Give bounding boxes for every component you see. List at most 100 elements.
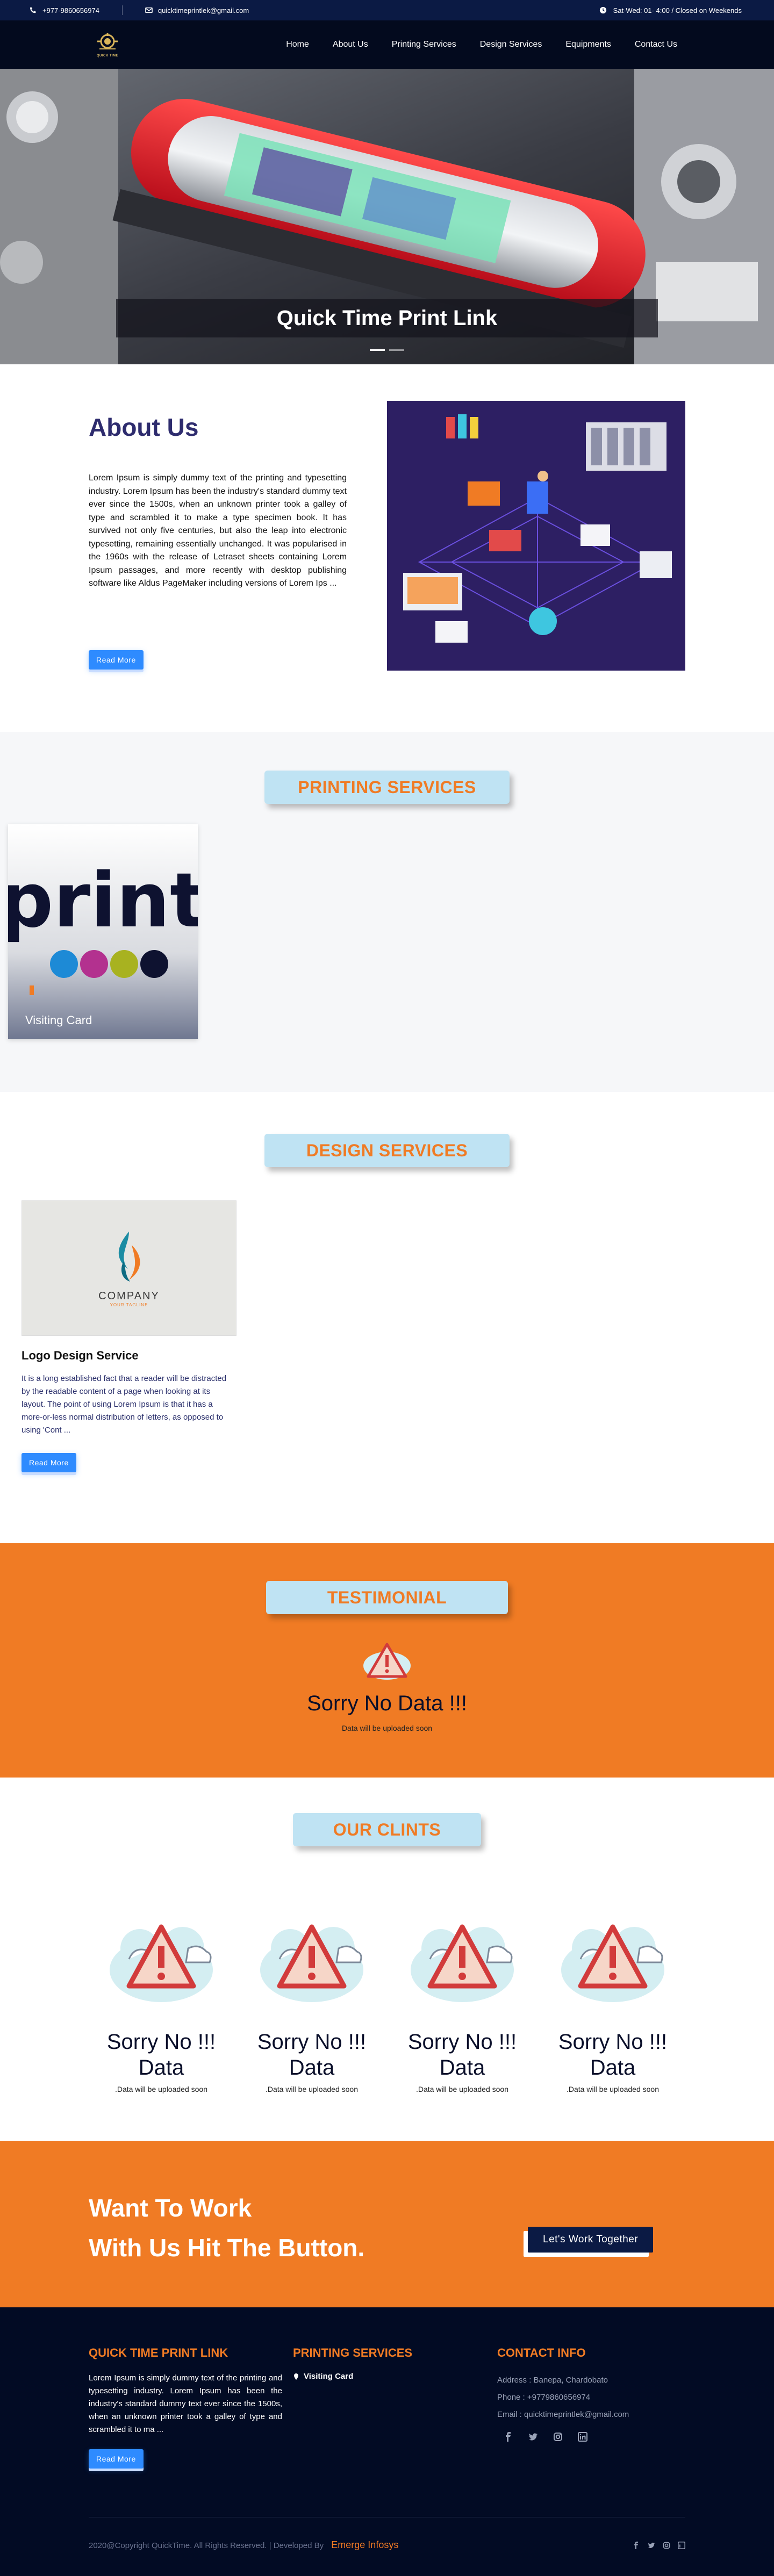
print-word: print [8, 857, 198, 945]
warning-cloud-icon [110, 1924, 213, 2002]
about-section: About Us Lorem Ipsum is simply dummy tex… [0, 364, 774, 732]
client-empty-title: Sorry No !!! Data [558, 2030, 668, 2079]
slider-indicators [370, 349, 404, 351]
printing-services-section: PRINTING SERVICES print Visiting Card [0, 732, 774, 1092]
testimonial-empty-title: Sorry No Data !!! [307, 1692, 467, 1715]
hours-text: Sat-Wed: 01- 4:00 / Closed on Weekends [613, 6, 742, 15]
slide-indicator-1[interactable] [370, 349, 385, 351]
company-logo-image[interactable]: COMPANY YOUR TAGLINE [22, 1200, 236, 1336]
design-service-body: It is a long established fact that a rea… [22, 1374, 227, 1435]
copyright-text: 2020@Copyright QuickTime. All Rights Res… [89, 2539, 398, 2551]
print-card-image: print [8, 824, 198, 1039]
client-empty-sub: .Data will be uploaded soon [566, 2085, 659, 2093]
design-service-title[interactable]: Logo Design Service [22, 1349, 236, 1363]
top-bar: +977-9860656974 quicktimeprintlek@gmail.… [0, 0, 774, 20]
email-text: quicktimeprintlek@gmail.com [157, 6, 249, 15]
service-card-visiting-card[interactable]: print Visiting Card [8, 824, 198, 1039]
twitter-icon[interactable] [648, 2542, 655, 2549]
developer-link[interactable]: Emerge Infosys [331, 2539, 398, 2550]
service-card-label: Visiting Card [25, 1013, 92, 1027]
flame-logo-icon [118, 1232, 140, 1282]
site-logo[interactable]: QUICK TIME [89, 29, 126, 60]
logo-tagline-text: YOUR TAGLINE [110, 1303, 148, 1307]
linkedin-icon[interactable] [578, 2432, 587, 2442]
cta-heading: Want To Work With Us Hit The Button. [89, 2188, 364, 2268]
linkedin-icon[interactable] [678, 2542, 685, 2549]
facebook-icon[interactable] [633, 2542, 640, 2549]
nav-design-services[interactable]: Design Services [480, 40, 542, 49]
printing-services-heading: PRINTING SERVICES [264, 771, 510, 804]
testimonial-heading: TESTIMONIAL [266, 1581, 508, 1614]
design-services-section: DESIGN SERVICES COMPANY YOUR TAGLINE Log… [0, 1092, 774, 1543]
top-bar-right: Sat-Wed: 01- 4:00 / Closed on Weekends [599, 6, 742, 15]
footer-read-more-button[interactable]: Read More [89, 2449, 144, 2469]
clients-heading: OUR CLINTS [293, 1813, 481, 1846]
instagram-icon[interactable] [663, 2542, 670, 2549]
footer-services-title: PRINTING SERVICES [293, 2346, 413, 2359]
isometric-print-illustration [387, 401, 685, 671]
instagram-icon[interactable] [553, 2432, 563, 2442]
divider [121, 5, 123, 15]
clock-icon [599, 6, 606, 14]
logo-text: QUICK TIME [96, 54, 119, 57]
footer-about-column: QUICK TIME PRINT LINK Lorem Ipsum is sim… [89, 2346, 282, 2469]
about-read-more-button[interactable]: Read More [89, 650, 144, 670]
client-empty-sub: .Data will be uploaded soon [114, 2085, 207, 2093]
warning-cloud-icon [411, 1924, 514, 2002]
footer-address: Address : Banepa, Chardobato [497, 2376, 608, 2385]
twitter-icon[interactable] [528, 2432, 538, 2442]
nav-menu: Home About Us Printing Services Design S… [286, 40, 677, 49]
phone-icon [30, 6, 37, 13]
cta-line-2: With Us Hit The Button. [89, 2234, 365, 2262]
nav-about[interactable]: About Us [333, 40, 368, 49]
client-item: Sorry No !!! Data .Data will be uploaded… [102, 1911, 220, 2093]
work-together-button[interactable]: Let's Work Together [528, 2227, 654, 2253]
client-item: Sorry No !!! Data .Data will be uploaded… [554, 1911, 672, 2093]
site-footer: QUICK TIME PRINT LINK Lorem Ipsum is sim… [0, 2307, 774, 2576]
facebook-icon[interactable] [504, 2432, 513, 2442]
client-empty-title: Sorry No !!! Data [106, 2030, 216, 2079]
nav-home[interactable]: Home [286, 40, 309, 49]
about-body: Lorem Ipsum is simply dummy text of the … [89, 473, 347, 588]
footer-service-link[interactable]: Visiting Card [293, 2372, 412, 2381]
footer-email[interactable]: Email : quicktimeprintlek@gmail.com [497, 2406, 629, 2423]
phone-text: +977-9860656974 [42, 6, 99, 15]
email-contact[interactable]: quicktimeprintlek@gmail.com [145, 6, 249, 15]
client-empty-title: Sorry No !!! Data [257, 2030, 367, 2079]
cta-section: Want To Work With Us Hit The Button. Let… [0, 2141, 774, 2307]
about-title: About Us [89, 413, 199, 441]
phone-contact[interactable]: +977-9860656974 [30, 6, 99, 15]
testimonial-section: TESTIMONIAL Sorry No Data !!! Data will … [0, 1543, 774, 1778]
nav-contact[interactable]: Contact Us [635, 40, 677, 49]
warning-cloud-icon [260, 1924, 363, 2002]
clients-section: OUR CLINTS Sorry No !!! Data .Data will … [0, 1778, 774, 2141]
hero-caption: Quick Time Print Link [116, 299, 658, 337]
warning-cloud-icon [561, 1924, 664, 2002]
design-read-more-button[interactable]: Read More [22, 1453, 76, 1472]
cta-line-1: Want To Work [89, 2194, 252, 2222]
nav-printing-services[interactable]: Printing Services [392, 40, 456, 49]
client-empty-sub: .Data will be uploaded soon [415, 2085, 508, 2093]
footer-phone[interactable]: Phone : +9779860656974 [497, 2389, 629, 2406]
footer-service-label: Visiting Card [304, 2372, 354, 2381]
footer-contact-column: CONTACT INFO Address : Banepa, Chardobat… [497, 2346, 629, 2442]
copyright-label: 2020@Copyright QuickTime. All Rights Res… [89, 2541, 324, 2550]
client-empty-sub: .Data will be uploaded soon [265, 2085, 358, 2093]
design-service-card: COMPANY YOUR TAGLINE Logo Design Service… [22, 1200, 236, 1472]
footer-social-links [504, 2432, 629, 2442]
logo-emblem-icon [97, 33, 118, 49]
testimonial-empty-sub: Data will be uploaded soon [341, 1724, 433, 1732]
client-item: Sorry No !!! Data .Data will be uploaded… [253, 1911, 371, 2093]
top-bar-left: +977-9860656974 quicktimeprintlek@gmail.… [30, 5, 249, 15]
pin-icon [294, 2373, 298, 2380]
nav-equipments[interactable]: Equipments [565, 40, 611, 49]
logo-company-text: COMPANY [98, 1290, 160, 1302]
footer-services-column: PRINTING SERVICES Visiting Card [293, 2346, 412, 2381]
hero-slider[interactable]: Quick Time Print Link [0, 69, 774, 364]
client-item: Sorry No !!! Data .Data will be uploaded… [403, 1911, 521, 2093]
footer-about-body: Lorem Ipsum is simply dummy text of the … [89, 2373, 282, 2434]
slide-indicator-2[interactable] [389, 349, 404, 351]
main-nav: QUICK TIME Home About Us Printing Servic… [0, 20, 774, 69]
footer-mini-social-links [633, 2542, 685, 2549]
mail-icon [145, 7, 153, 13]
